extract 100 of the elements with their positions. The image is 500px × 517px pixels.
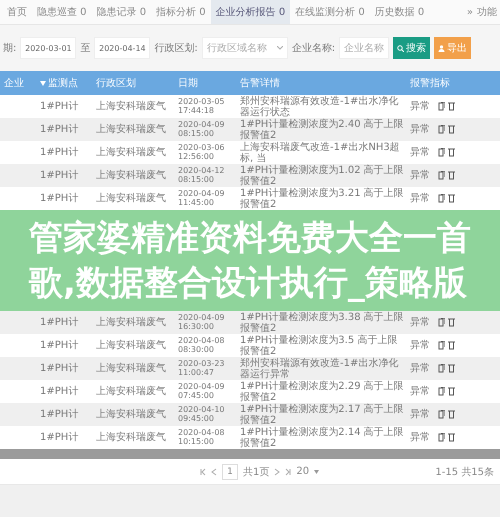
document-icon[interactable] — [438, 410, 445, 419]
date-cell-text: 2020-04-09 07:45:00 — [177, 382, 226, 400]
to-label: 至 — [80, 42, 90, 55]
region-cell-text: 上海安科瑞废气 — [95, 432, 167, 443]
record-summary: 1-15 共15条 — [435, 466, 494, 478]
date-cell-text: 2020-04-09 08:15:00 — [177, 120, 226, 138]
end-date-field[interactable]: 2020-04-14 — [94, 37, 150, 59]
document-icon[interactable] — [438, 387, 445, 396]
detail-cell-text: 1#PH计量检测浓度为2.14 高于上限报警值2 — [239, 426, 405, 448]
page-size-select[interactable]: 20 — [296, 466, 310, 477]
tab[interactable]: 历史数据 0 — [370, 0, 430, 24]
status-cell-text: 异常 — [409, 432, 431, 443]
detail-cell-text: 郑州安科瑞源有效改造-1#出水净化器运行状态 — [239, 96, 400, 118]
detail-cell-text: 1#PH计量检测浓度为2.29 高于上限报警值2 — [239, 380, 405, 402]
trash-icon[interactable] — [448, 410, 455, 419]
document-icon[interactable] — [438, 102, 445, 111]
person-icon — [438, 44, 446, 52]
document-icon[interactable] — [438, 171, 445, 180]
chevron-down-icon — [276, 46, 283, 50]
company-input[interactable]: 企业名称 — [339, 37, 390, 59]
date-cell-text: 2020-04-09 16:30:00 — [177, 314, 226, 332]
tab[interactable]: 指标分析 0 — [151, 0, 211, 24]
total-pages: 共1页 — [243, 466, 270, 478]
point-cell-text: 1#PH计 — [39, 409, 80, 420]
tab[interactable]: 隐患记录 0 — [92, 0, 152, 24]
trash-icon[interactable] — [448, 364, 455, 373]
date-cell-text: 2020-04-09 11:45:00 — [177, 190, 226, 208]
column-header: 告警详情 — [239, 76, 281, 90]
region-select[interactable]: 行政区域名称 — [202, 37, 288, 59]
region-cell-text: 上海安科瑞废气 — [95, 363, 167, 374]
column-header: 监测点 — [36, 76, 92, 90]
point-cell-text: 1#PH计 — [39, 386, 80, 397]
column-header: 行政区划 — [95, 76, 137, 90]
page-input[interactable]: 1 — [222, 464, 238, 480]
status-cell-text: 异常 — [409, 124, 431, 135]
point-cell-text: 1#PH计 — [39, 340, 80, 351]
document-icon[interactable] — [438, 194, 445, 203]
region-cell-text: 上海安科瑞废气 — [95, 340, 167, 351]
document-icon[interactable] — [438, 364, 445, 373]
tab[interactable]: 隐患巡查 0 — [32, 0, 92, 24]
status-cell-text: 异常 — [409, 101, 431, 112]
point-cell-text: 1#PH计 — [39, 193, 80, 204]
date-label: 期: — [3, 42, 16, 55]
tab[interactable]: 首页 — [2, 0, 32, 24]
trash-icon[interactable] — [448, 102, 455, 111]
detail-cell-text: 1#PH计量检测浓度为3.38 高于上限报警值2 — [239, 312, 405, 334]
point-cell-text: 1#PH计 — [39, 363, 80, 374]
status-cell-text: 异常 — [409, 363, 431, 374]
trash-icon[interactable] — [448, 387, 455, 396]
point-cell-text: 1#PH计 — [39, 147, 80, 158]
trash-icon[interactable] — [448, 341, 455, 350]
status-cell-text: 异常 — [409, 170, 431, 181]
detail-cell-text: 上海安科瑞废气改造-1#出水NH3超标, 当 — [239, 142, 401, 164]
status-cell-text: 异常 — [409, 193, 431, 204]
document-icon[interactable] — [438, 318, 445, 327]
date-cell-text: 2020-04-12 08:15:00 — [177, 166, 226, 184]
point-cell-text: 1#PH计 — [39, 317, 80, 328]
tab[interactable]: 企业分析报告 0 — [210, 0, 290, 24]
date-cell-text: 2020-04-08 10:15:00 — [177, 428, 226, 446]
export-button[interactable]: 导出 — [434, 37, 472, 59]
document-icon[interactable] — [438, 125, 445, 134]
search-button[interactable]: 搜索 — [393, 37, 430, 59]
horizontal-scrollbar[interactable] — [0, 449, 500, 459]
region-cell-text: 上海安科瑞废气 — [95, 386, 167, 397]
region-label: 行政区划: — [154, 42, 198, 55]
point-cell-text: 1#PH计 — [39, 101, 80, 112]
date-cell-text: 2020-03-05 17:44:18 — [177, 98, 226, 116]
region-cell-text: 上海安科瑞废气 — [95, 409, 167, 420]
trash-icon[interactable] — [448, 125, 455, 134]
trash-icon[interactable] — [448, 318, 455, 327]
detail-cell-text: 1#PH计量检测浓度为2.17 高于上限报警值2 — [239, 404, 405, 426]
status-cell-text: 异常 — [409, 317, 431, 328]
search-icon — [397, 44, 404, 52]
detail-cell-text: 1#PH计量检测浓度为1.02 高于上限报警值2 — [239, 164, 405, 186]
tab[interactable]: 在线监测分析 0 — [290, 0, 370, 24]
region-cell-text: 上海安科瑞废气 — [95, 147, 167, 158]
point-cell-text: 1#PH计 — [39, 124, 80, 135]
trash-icon[interactable] — [448, 194, 455, 203]
date-cell-text: 2020-04-10 09:45:00 — [177, 406, 226, 424]
point-cell-text: 1#PH计 — [39, 170, 80, 181]
document-icon[interactable] — [438, 433, 445, 442]
functions-menu[interactable]: 功能 — [477, 5, 497, 19]
detail-cell-text: 郑州安科瑞源有效改造-1#出水净化器运行异常 — [239, 358, 400, 380]
detail-cell-text: 1#PH计量检测浓度为2.40 高于上限报警值2 — [239, 118, 405, 140]
region-cell-text: 上海安科瑞废气 — [95, 101, 167, 112]
trash-icon[interactable] — [448, 433, 455, 442]
document-icon[interactable] — [438, 341, 445, 350]
detail-cell-text: 1#PH计量检测浓度为3.5 高于上限报警值2 — [239, 334, 398, 356]
status-cell-text: 异常 — [409, 340, 431, 351]
region-cell-text: 上海安科瑞废气 — [95, 170, 167, 181]
trash-icon[interactable] — [448, 148, 455, 157]
document-icon[interactable] — [438, 148, 445, 157]
date-cell-text: 2020-04-08 08:30:00 — [177, 336, 226, 354]
status-cell-text: 异常 — [409, 409, 431, 420]
trash-icon[interactable] — [448, 171, 455, 180]
column-header: 报警指标 — [409, 76, 451, 90]
point-cell-text: 1#PH计 — [39, 432, 80, 443]
start-date-field[interactable]: 2020-03-01 — [20, 37, 76, 59]
scroll-tabs-arrow[interactable]: » — [466, 6, 473, 18]
region-cell-text: 上海安科瑞废气 — [95, 193, 167, 204]
